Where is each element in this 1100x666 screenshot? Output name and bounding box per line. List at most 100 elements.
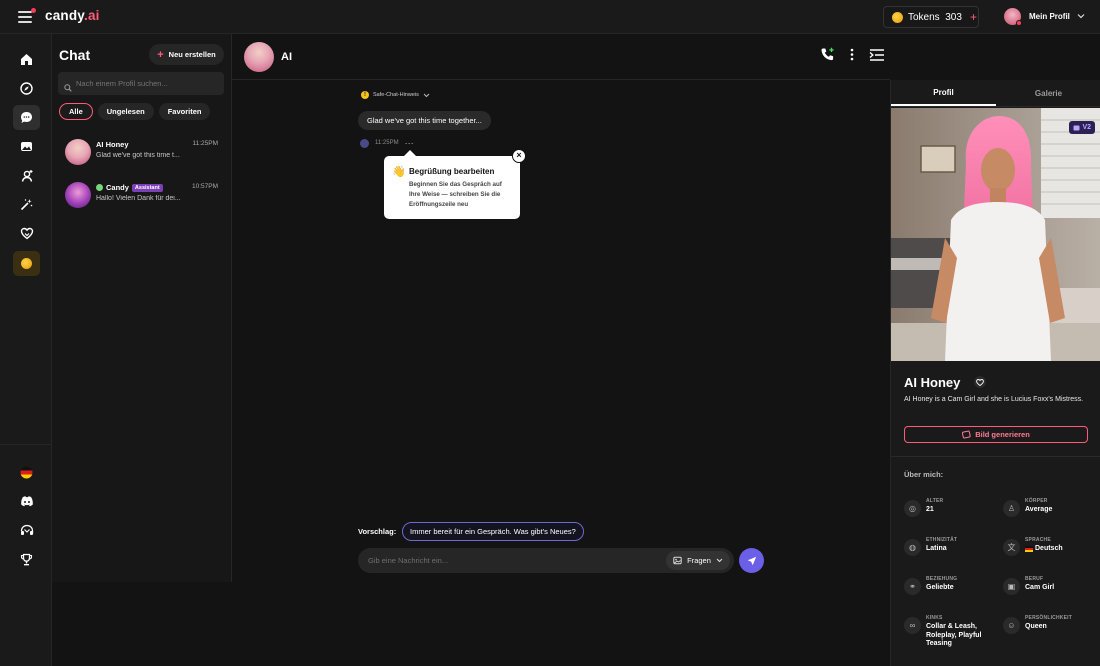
home-icon[interactable] [13,47,40,72]
discord-icon[interactable] [13,489,40,514]
tooltip-body: Beginnen Sie das Gespräch auf Ihre Weise… [409,181,502,208]
create-character-icon[interactable] [13,163,40,188]
compass-icon[interactable] [13,76,40,101]
profile-description: AI Honey is a Cam Girl and she is Lucius… [904,396,1084,403]
message-meta: 11:25PM ··· [360,138,414,148]
tokens-label: Tokens [908,11,940,23]
attribute-relationship: ⚭ BEZIEHUNG Geliebte [904,576,1004,606]
verified-icon [96,184,103,191]
search-icon [64,79,72,97]
german-flag-icon [1025,546,1033,553]
chat-filters: Alle Ungelesen Favoriten [59,103,211,120]
tokens-button[interactable]: Tokens 303 + [883,6,979,28]
profile-label: Mein Profil [1029,12,1070,21]
profile-panel: Profil Galerie V2 AI Honey AI Honey is a… [890,80,1100,666]
add-tokens-icon[interactable]: + [970,10,977,24]
coin-icon [892,11,903,23]
message-time: 11:25PM [375,140,399,146]
phone-call-icon[interactable] [820,47,835,67]
conversation-name: Candy Assistant [96,183,163,192]
suggestion-label: Vorschlag: [358,527,397,536]
avatar[interactable] [244,42,274,72]
logo[interactable]: candy.ai [45,8,100,23]
link-icon: ∞ [904,617,921,634]
assistant-badge: Assistant [131,183,163,192]
info-icon: ! [361,91,369,99]
attribute-language: 文 SPRACHE Deutsch [1003,537,1100,567]
notification-dot [31,8,36,13]
message-bubble[interactable]: Glad we've got this time together... [358,111,491,130]
conversation-time: 10:57PM [191,183,218,190]
message-more-icon[interactable]: ··· [405,138,414,148]
briefcase-icon: ▣ [1003,578,1020,595]
more-options-icon[interactable] [850,48,854,66]
suggestion-chip[interactable]: Immer bereit für ein Gespräch. Was gibt'… [402,522,584,541]
conversation-item-ai-honey[interactable]: AI Honey 11:25PM Glad we've got this tim… [52,136,232,172]
translate-icon: 文 [1003,539,1020,556]
message-composer: Fragen [358,548,734,573]
about-me-title: Über mich: [904,470,944,479]
conversation-preview: Glad we've got this time t... [96,152,180,159]
conversation-item-candy[interactable]: Candy Assistant 10:57PM Hallo! Vielen Da… [52,179,232,215]
filter-favorites[interactable]: Favoriten [158,103,211,120]
attribute-age: ◎ ALTER 21 [904,498,1004,528]
toggle-sidebar-icon[interactable] [869,48,885,66]
conversation-preview: Hallo! Vielen Dank für dei... [96,195,181,202]
plus-icon: + [157,48,164,61]
new-chat-button[interactable]: + Neu erstellen [149,44,224,65]
filter-all[interactable]: Alle [59,103,93,120]
cake-icon: ◎ [904,500,921,517]
gallery-icon[interactable] [13,134,40,159]
heart-icon[interactable] [974,376,986,388]
conversation-time: 11:25PM [192,140,218,147]
trophy-icon[interactable] [13,547,40,572]
avatar [65,139,91,165]
attribute-body: ♙ KÖRPER Average [1003,498,1100,528]
tooltip-title: Begrüßung bearbeiten [409,167,495,176]
heart-hands-icon[interactable] [13,221,40,246]
close-icon[interactable]: × [512,149,526,163]
image-icon [962,430,971,439]
filter-unread[interactable]: Ungelesen [97,103,154,120]
chevron-down-icon [423,93,430,97]
version-badge: V2 [1069,121,1095,134]
send-button[interactable] [739,548,764,573]
top-bar: candy.ai Tokens 303 + Mein Profil [0,0,1100,34]
profile-photo[interactable]: V2 [891,108,1100,361]
message-input[interactable] [368,554,648,567]
magic-wand-icon[interactable] [13,192,40,217]
image-icon [673,556,682,565]
safe-chat-notice[interactable]: ! Safe-Chat-Hinweis [361,91,430,99]
profile-tabs: Profil Galerie [891,80,1100,107]
chat-list-title: Chat [59,47,91,63]
globe-icon: ◍ [904,539,921,556]
relationship-icon: ⚭ [904,578,921,595]
body-icon: ♙ [1003,500,1020,517]
avatar [65,182,91,208]
ask-dropdown-button[interactable]: Fragen [666,551,730,570]
chat-main: AI ! Safe-Chat-Hinweis Glad we've got th… [232,34,890,666]
chevron-down-icon [1077,12,1085,21]
menu-icon[interactable] [18,8,36,23]
chevron-down-icon [716,558,723,563]
attribute-ethnicity: ◍ ETHNIZITÄT Latina [904,537,1004,567]
tokens-count: 303 [945,11,962,23]
bot-icon [360,138,369,148]
german-flag-icon[interactable] [13,460,40,485]
attribute-personality: ☺ PERSÖNLICHKEIT Queen [1003,615,1100,645]
profile-search-input[interactable] [58,72,224,95]
premium-coin-icon[interactable] [13,251,40,276]
support-icon[interactable] [13,518,40,543]
nav-rail [0,34,52,666]
profile-menu-button[interactable]: Mein Profil [1004,8,1085,26]
send-icon [747,556,756,565]
chat-title: AI [281,51,292,63]
chat-list-panel: Chat + Neu erstellen Alle Ungelesen Favo… [52,34,232,582]
tab-gallery[interactable]: Galerie [996,80,1100,106]
edit-greeting-tooltip: × 👋 Begrüßung bearbeiten Beginnen Sie da… [384,149,526,219]
tab-profile[interactable]: Profil [891,80,996,106]
attribute-occupation: ▣ BERUF Cam Girl [1003,576,1100,606]
personality-icon: ☺ [1003,617,1020,634]
generate-image-button[interactable]: Bild generieren [904,426,1088,443]
chat-icon[interactable] [13,105,40,130]
